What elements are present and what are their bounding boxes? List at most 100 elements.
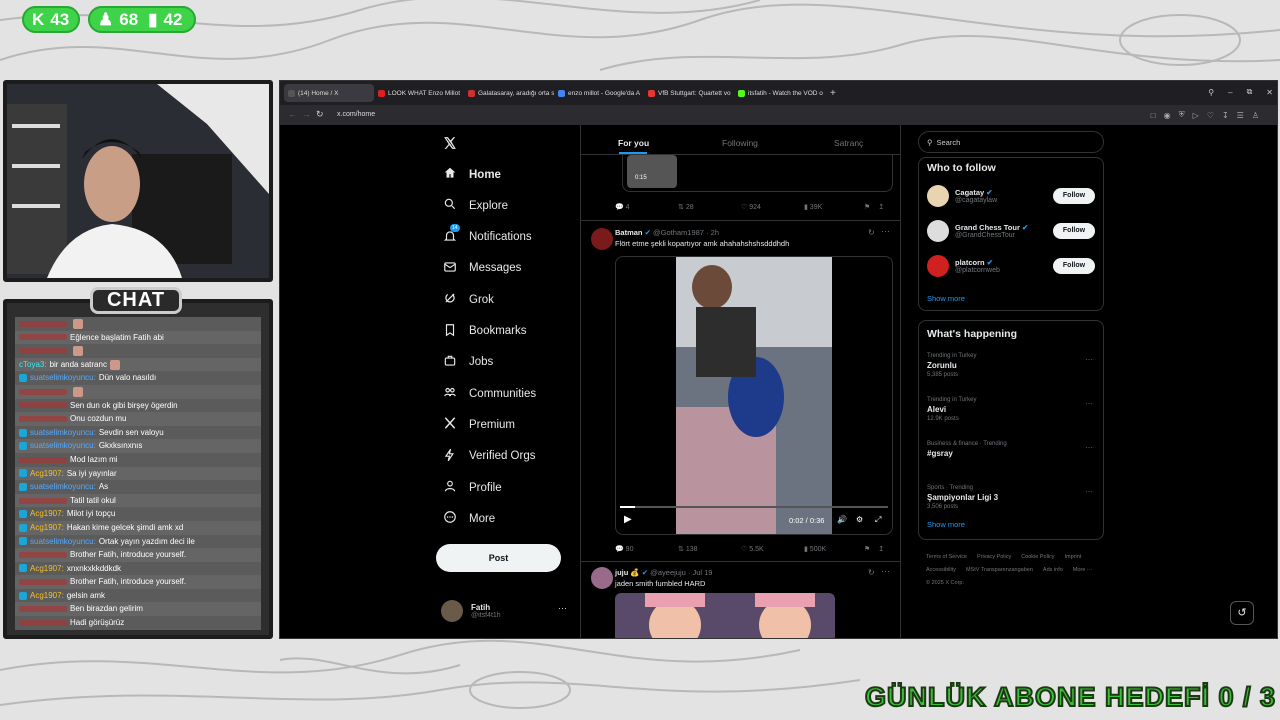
play-icon[interactable]: ▷ xyxy=(1193,111,1199,120)
like-count[interactable]: ♡ 924 xyxy=(741,203,804,211)
chat-username[interactable]: Acg1907: xyxy=(30,467,64,481)
video-progress-track[interactable] xyxy=(620,506,888,508)
show-more-link[interactable]: Show more xyxy=(927,294,965,303)
follow-button[interactable]: Follow xyxy=(1053,223,1095,239)
bookmark-icon[interactable]: ⚑ xyxy=(864,545,870,553)
footer-link[interactable]: Imprint xyxy=(1065,551,1082,564)
sidebar-item-verified-orgs[interactable]: Verified Orgs xyxy=(443,448,535,465)
sidebar-item-grok[interactable]: Grok xyxy=(443,291,494,308)
reload-icon[interactable]: ↻ xyxy=(316,109,324,120)
search-tabs-icon[interactable]: ⚲ xyxy=(1208,88,1214,97)
tab-satranc[interactable]: Satranç xyxy=(834,138,863,148)
show-more-link[interactable]: Show more xyxy=(927,520,965,529)
tweet-author-handle[interactable]: @ayeejuju · Jul 19 xyxy=(650,568,712,577)
grok-chat-icon[interactable]: ↺ xyxy=(1230,601,1254,625)
trend-item[interactable]: Trending in Turkey Zorunlu 5,385 posts xyxy=(927,353,976,378)
footer-link[interactable]: MStV Transparenzangaben xyxy=(966,564,1033,577)
trend-more-icon[interactable]: ··· xyxy=(1085,443,1093,452)
footer-link[interactable]: Ads info xyxy=(1043,564,1063,577)
browser-tab[interactable]: VfB Stuttgart: Quartett vo xyxy=(644,84,734,102)
download-icon[interactable]: ↧ xyxy=(1222,111,1229,120)
shield-icon[interactable]: ⛨ xyxy=(1179,110,1185,120)
sidebar-item-home[interactable]: Home xyxy=(443,166,501,183)
sidebar-item-bookmarks[interactable]: Bookmarks xyxy=(443,323,527,340)
tweet-author-name[interactable]: juju 💰 xyxy=(615,568,640,577)
trend-item[interactable]: Trending in Turkey Alevi 12.9K posts xyxy=(927,397,976,422)
chat-username[interactable]: Acg1907: xyxy=(30,562,64,576)
footer-link[interactable]: © 2025 X Corp. xyxy=(926,577,964,590)
chat-username[interactable]: suatselimkoyuncu: xyxy=(30,535,96,549)
chat-username[interactable]: suatselimkoyuncu: xyxy=(30,439,96,453)
browser-tab[interactable]: enzo millot - Google'da A xyxy=(554,84,644,102)
sidebar-item-profile[interactable]: Profile xyxy=(443,479,502,496)
camera-icon[interactable]: ◉ xyxy=(1164,111,1171,120)
trend-more-icon[interactable]: ··· xyxy=(1085,355,1093,364)
footer-link[interactable]: Cookie Policy xyxy=(1021,551,1054,564)
trend-more-icon[interactable]: ··· xyxy=(1085,487,1093,496)
new-tab-icon[interactable]: + xyxy=(830,88,836,99)
trend-item[interactable]: Business & finance · Trending #gsray xyxy=(927,441,1007,460)
chat-username[interactable]: Acg1907: xyxy=(30,589,64,603)
repost-count[interactable]: ⇅ 138 xyxy=(678,545,741,553)
extension-icon[interactable]: □ xyxy=(1151,111,1156,120)
footer-link[interactable]: Privacy Policy xyxy=(977,551,1011,564)
follow-suggestion[interactable]: Grand Chess Tour ✔ @GrandChessTour xyxy=(927,220,1028,242)
browser-tab[interactable]: Galatasaray, aradığı orta s xyxy=(464,84,554,102)
tweet-author-handle[interactable]: @Gotham1987 · 2h xyxy=(653,228,719,237)
sidebar-item-notifications[interactable]: 14 Notifications xyxy=(443,223,532,246)
footer-link[interactable]: More ··· xyxy=(1073,564,1093,577)
follow-suggestion[interactable]: Cagatay ✔ @cagataylaw xyxy=(927,185,997,207)
post-button[interactable]: Post xyxy=(436,544,561,572)
avatar[interactable] xyxy=(591,567,613,589)
reply-count[interactable]: 💬 90 xyxy=(615,545,678,553)
tweet-more-icon[interactable]: ··· xyxy=(881,226,890,236)
repost-count[interactable]: ⇅ 28 xyxy=(678,203,741,211)
sidebar-item-explore[interactable]: Explore xyxy=(443,197,508,214)
minimize-icon[interactable]: – xyxy=(1228,88,1232,97)
share-icon[interactable]: ↥ xyxy=(878,203,884,211)
browser-tab[interactable]: itsfatih - Watch the VOD o xyxy=(734,84,824,102)
forward-icon[interactable]: → xyxy=(302,109,311,119)
sidebar-item-communities[interactable]: Communities xyxy=(443,385,536,402)
sidebar-item-messages[interactable]: Messages xyxy=(443,260,521,277)
tweet-more-icon[interactable]: ··· xyxy=(881,566,890,576)
tweet-author-name[interactable]: Batman xyxy=(615,228,643,237)
tweet-video[interactable]: ▶ 0:02 / 0:36 🔊 ⚙ ⤢ xyxy=(615,256,893,535)
browser-tab[interactable]: (14) Home / X xyxy=(284,84,374,102)
back-icon[interactable]: ← xyxy=(288,109,297,119)
fullscreen-icon[interactable]: ⤢ xyxy=(875,515,881,525)
trend-more-icon[interactable]: ··· xyxy=(1085,399,1093,408)
url-field[interactable]: x.com/home xyxy=(337,111,375,118)
trend-item[interactable]: Sports · Trending Şampiyonlar Ligi 3 3,506… xyxy=(927,485,998,510)
sidebar-item-more[interactable]: More xyxy=(443,510,495,527)
prev-tweet-media[interactable]: 0:15 xyxy=(622,155,893,192)
like-count[interactable]: ♡ 5.5K xyxy=(741,545,804,553)
chat-username[interactable]: Acg1907: xyxy=(30,521,64,535)
heart-icon[interactable]: ♡ xyxy=(1207,111,1214,120)
close-window-icon[interactable]: ✕ xyxy=(1266,88,1273,97)
volume-icon[interactable]: 🔊 xyxy=(837,515,847,524)
grok-icon[interactable]: ↻ xyxy=(868,568,875,577)
view-count[interactable]: ▮ 39K xyxy=(804,203,864,211)
prev-tweet-thumbnail[interactable]: 0:15 xyxy=(627,155,677,188)
chat-username[interactable]: suatselimkoyuncu: xyxy=(30,480,96,494)
footer-link[interactable]: Accessibility xyxy=(926,564,956,577)
view-count[interactable]: ▮ 500K xyxy=(804,545,864,553)
chat-username[interactable]: cToya3: xyxy=(19,358,47,372)
avatar[interactable] xyxy=(591,228,613,250)
reply-count[interactable]: 💬 4 xyxy=(615,203,678,211)
footer-link[interactable]: Terms of Service xyxy=(926,551,967,564)
account-more-icon[interactable]: ··· xyxy=(558,603,567,613)
search-input[interactable]: ⚲ Search xyxy=(918,131,1104,153)
share-icon[interactable]: ↥ xyxy=(878,545,884,553)
follow-button[interactable]: Follow xyxy=(1053,188,1095,204)
chat-username[interactable]: suatselimkoyuncu: xyxy=(30,371,96,385)
play-icon[interactable]: ▶ xyxy=(624,514,632,525)
bookmark-icon[interactable]: ⚑ xyxy=(864,203,870,211)
follow-button[interactable]: Follow xyxy=(1053,258,1095,274)
follow-suggestion[interactable]: platcorn ✔ @platcornweb xyxy=(927,255,1000,277)
restore-icon[interactable]: ⧉ xyxy=(1247,87,1253,97)
browser-tab[interactable]: LOOK WHAT Enzo Millot xyxy=(374,84,464,102)
account-icon[interactable]: ♙ xyxy=(1252,111,1259,120)
chat-username[interactable]: Acg1907: xyxy=(30,507,64,521)
